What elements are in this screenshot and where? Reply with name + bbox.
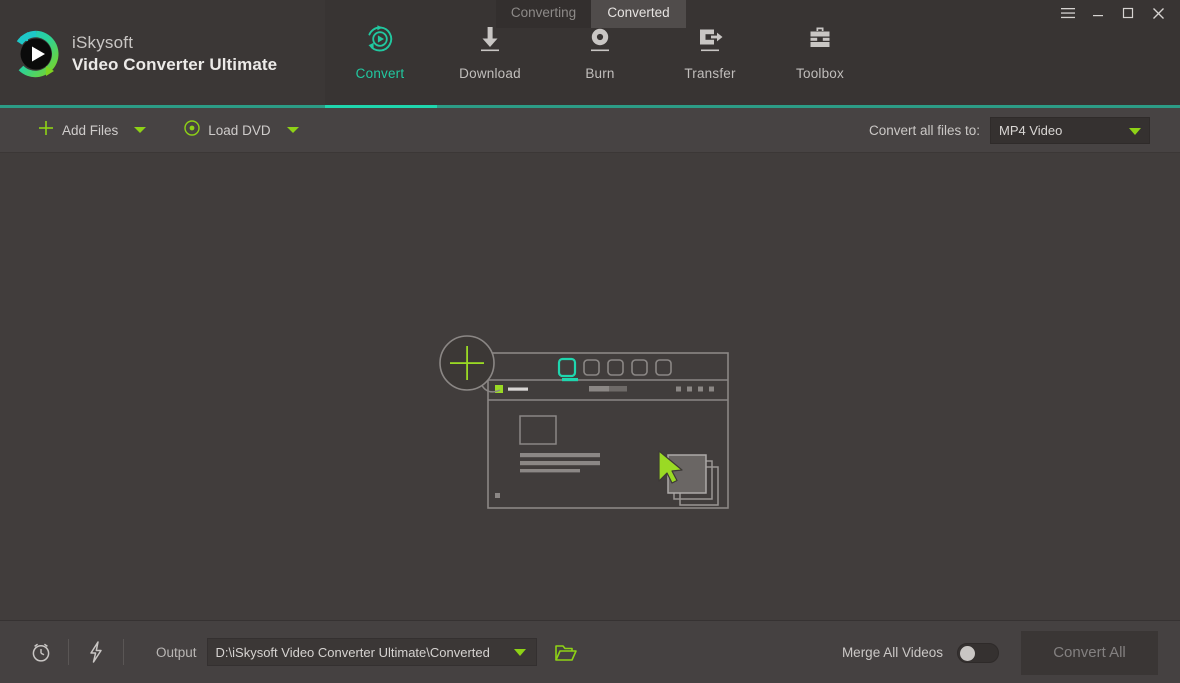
load-dvd-label: Load DVD bbox=[208, 123, 270, 138]
bottom-bar: Output D:\iSkysoft Video Converter Ultim… bbox=[0, 620, 1180, 683]
nav-tab-label: Convert bbox=[356, 66, 405, 81]
brand-line-1: iSkysoft bbox=[72, 33, 277, 53]
convert-refresh-play-icon bbox=[365, 22, 395, 56]
nav-tab-label: Download bbox=[459, 66, 521, 81]
drop-area[interactable] bbox=[0, 153, 1180, 620]
tab-converting[interactable]: Converting bbox=[496, 0, 591, 28]
minimize-button[interactable] bbox=[1084, 2, 1112, 24]
window-title-bar bbox=[1040, 0, 1180, 26]
iskysoft-play-circle-logo bbox=[12, 30, 60, 78]
converting-converted-tabs: Converting Converted bbox=[496, 0, 686, 35]
add-files-label: Add Files bbox=[62, 123, 118, 138]
nav-tab-convert[interactable]: Convert bbox=[325, 22, 435, 108]
toggle-knob bbox=[960, 646, 975, 661]
maximize-button[interactable] bbox=[1114, 2, 1142, 24]
nav-tab-label: Burn bbox=[585, 66, 614, 81]
convert-all-files-to-group: Convert all files to: MP4 Video bbox=[869, 108, 1150, 153]
brand-area: iSkysoft Video Converter Ultimate bbox=[0, 0, 325, 108]
output-format-value: MP4 Video bbox=[999, 123, 1062, 138]
caret-down-icon bbox=[134, 127, 146, 133]
output-label: Output bbox=[156, 645, 197, 660]
nav-tab-toolbox[interactable]: Toolbox bbox=[765, 22, 875, 108]
add-files-dropdown[interactable] bbox=[128, 114, 152, 146]
plus-icon bbox=[38, 120, 54, 141]
drag-and-drop-files-illustration bbox=[437, 333, 739, 523]
load-dvd-button[interactable]: Load DVD bbox=[178, 114, 276, 146]
app-window: iSkysoft Video Converter Ultimate Conver bbox=[0, 0, 1180, 683]
output-format-select[interactable]: MP4 Video bbox=[990, 117, 1150, 144]
disc-icon bbox=[184, 120, 200, 141]
merge-all-videos-label: Merge All Videos bbox=[842, 645, 943, 660]
caret-down-icon bbox=[287, 127, 299, 133]
output-path-input[interactable]: D:\iSkysoft Video Converter Ultimate\Con… bbox=[207, 638, 537, 666]
caret-down-icon[interactable] bbox=[514, 649, 526, 656]
nav-tab-label: Toolbox bbox=[796, 66, 844, 81]
convert-all-button[interactable]: Convert All bbox=[1021, 631, 1158, 675]
nav-tab-label: Transfer bbox=[684, 66, 735, 81]
divider bbox=[123, 639, 124, 665]
tab-converted[interactable]: Converted bbox=[591, 0, 686, 28]
transfer-device-arrow-icon bbox=[695, 22, 725, 56]
add-files-button[interactable]: Add Files bbox=[32, 114, 124, 146]
action-toolbar: Add Files Load DVD Converting Converted … bbox=[0, 108, 1180, 153]
merge-all-videos-toggle[interactable] bbox=[957, 643, 999, 663]
brand-text: iSkysoft Video Converter Ultimate bbox=[72, 33, 277, 75]
brand-line-2: Video Converter Ultimate bbox=[72, 54, 277, 75]
close-button[interactable] bbox=[1144, 2, 1172, 24]
toolbox-icon bbox=[805, 22, 835, 56]
caret-down-icon bbox=[1129, 128, 1141, 135]
alarm-clock-icon[interactable] bbox=[24, 635, 58, 669]
hamburger-menu-icon[interactable] bbox=[1054, 2, 1082, 24]
load-dvd-dropdown[interactable] bbox=[281, 114, 305, 146]
divider bbox=[68, 639, 69, 665]
convert-all-files-to-label: Convert all files to: bbox=[869, 123, 980, 138]
lightning-bolt-icon[interactable] bbox=[79, 635, 113, 669]
bottom-bar-right: Merge All Videos Convert All bbox=[842, 621, 1158, 683]
open-folder-icon[interactable] bbox=[553, 639, 579, 665]
output-path-value: D:\iSkysoft Video Converter Ultimate\Con… bbox=[216, 645, 490, 660]
